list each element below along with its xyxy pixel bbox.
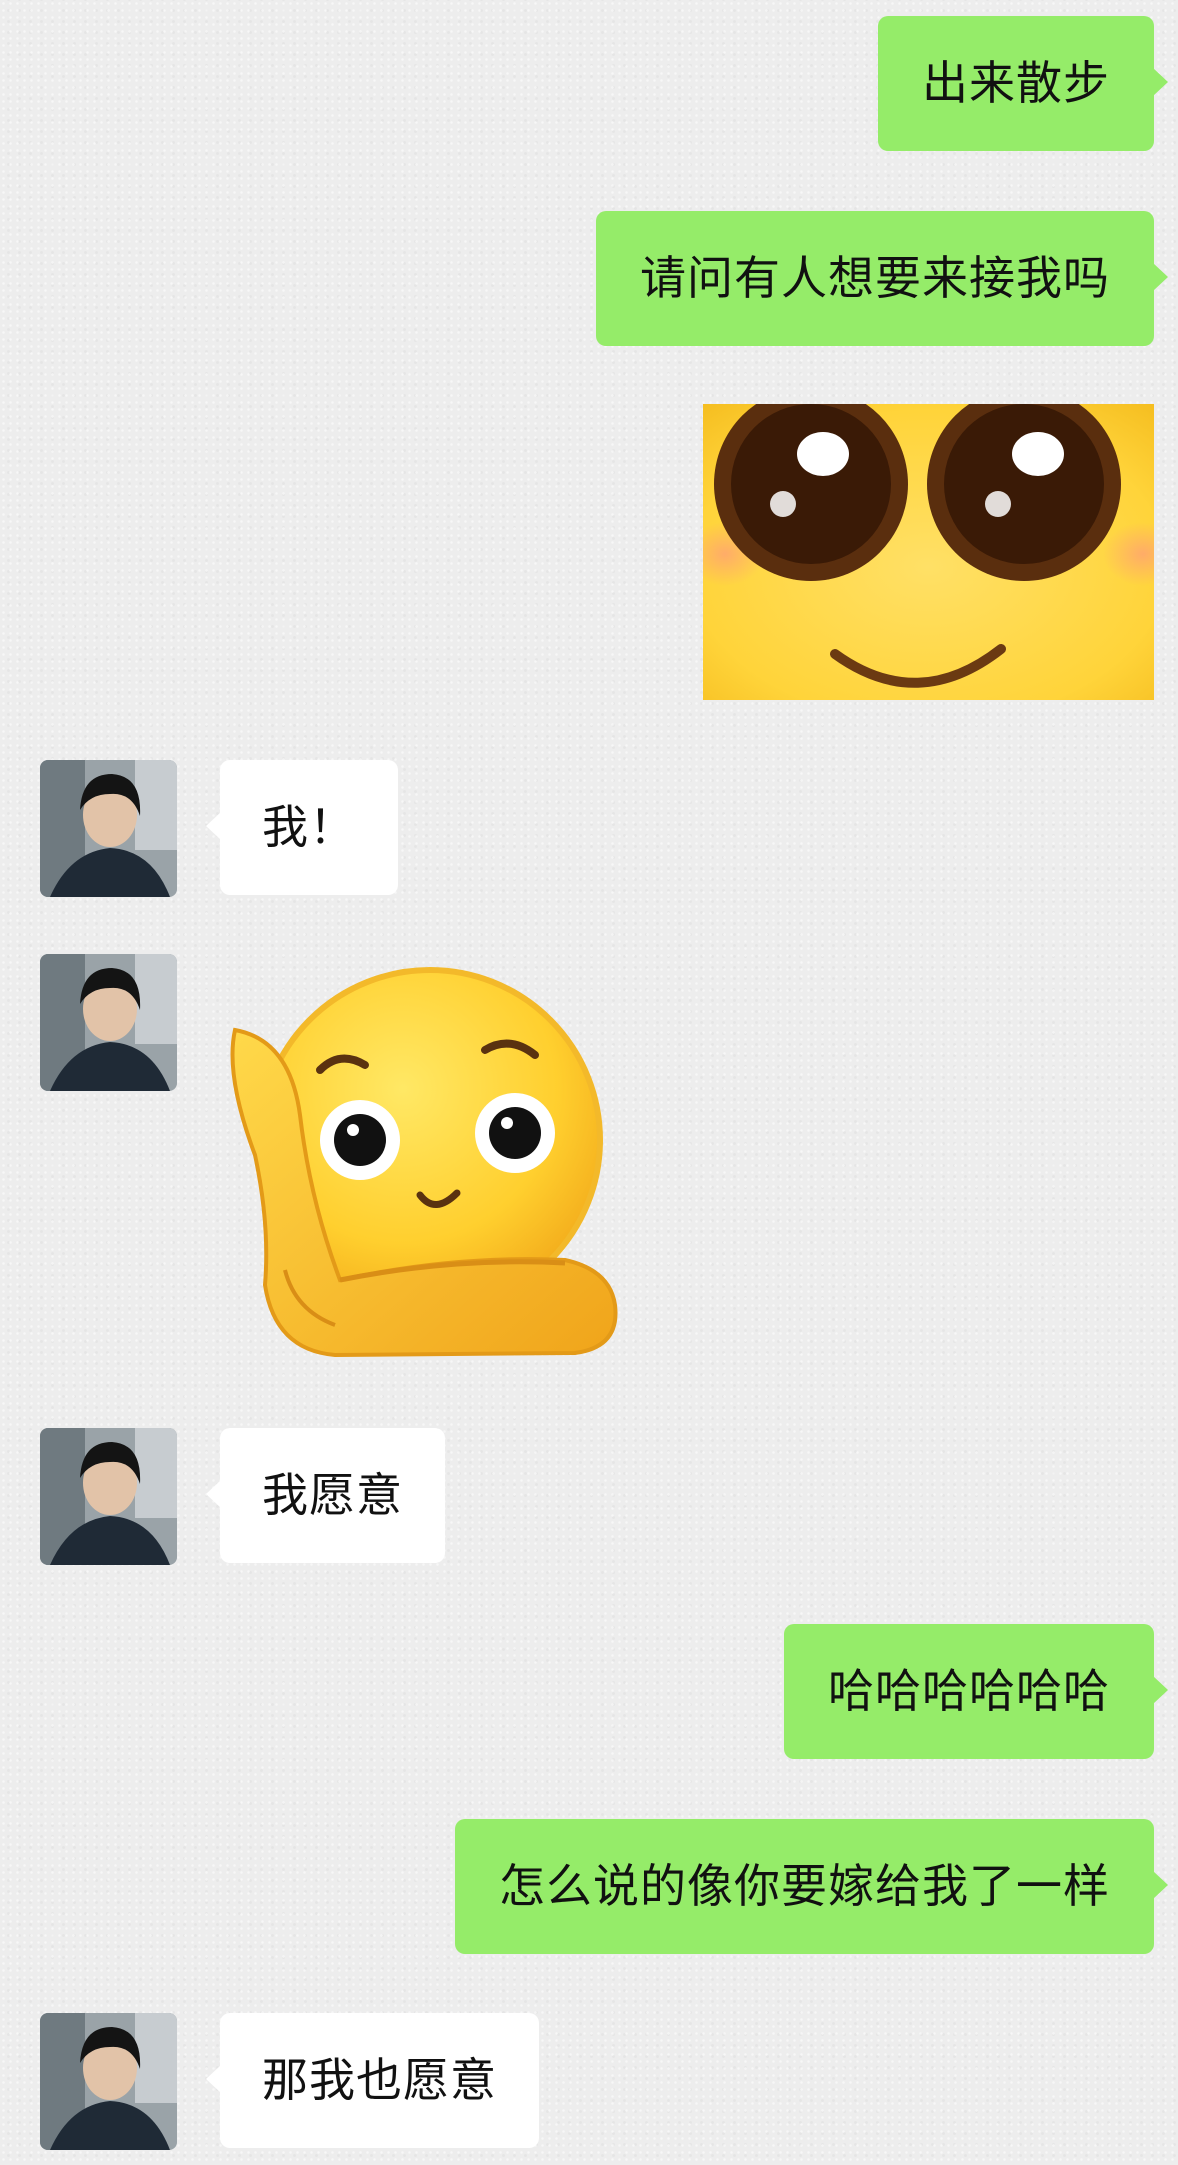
chat-message-list[interactable]: 出来散步 请问有人想要来接我吗 我！ 我愿意 哈哈哈哈哈哈 怎么说的像你要嫁给我… [0, 0, 1178, 2165]
message-text: 请问有人想要来接我吗 [640, 251, 1110, 305]
message-bubble-outgoing[interactable]: 出来散步 [878, 16, 1168, 151]
message-text: 那我也愿意 [262, 2053, 497, 2107]
message-bubble-incoming[interactable]: 我愿意 [206, 1428, 445, 1563]
message-text: 我愿意 [262, 1468, 403, 1522]
cute-face-closeup-sticker[interactable] [703, 404, 1154, 700]
person-avatar-icon [40, 760, 177, 897]
avatar[interactable] [40, 954, 177, 1091]
avatar[interactable] [40, 760, 177, 897]
message-bubble-outgoing[interactable]: 请问有人想要来接我吗 [596, 211, 1168, 346]
message-bubble-outgoing[interactable]: 哈哈哈哈哈哈 [784, 1624, 1168, 1759]
message-bubble-incoming[interactable]: 那我也愿意 [206, 2013, 539, 2148]
person-avatar-icon [40, 1428, 177, 1565]
message-bubble-incoming[interactable]: 我！ [206, 760, 398, 895]
person-avatar-icon [40, 954, 177, 1091]
message-text: 我！ [262, 800, 356, 854]
hand-on-cheek-emoji-sticker[interactable] [225, 955, 665, 1375]
message-text: 怎么说的像你要嫁给我了一样 [499, 1859, 1110, 1913]
avatar[interactable] [40, 2013, 177, 2150]
person-avatar-icon [40, 2013, 177, 2150]
message-bubble-outgoing[interactable]: 怎么说的像你要嫁给我了一样 [455, 1819, 1168, 1954]
message-text: 哈哈哈哈哈哈 [828, 1664, 1110, 1718]
message-text: 出来散步 [922, 56, 1110, 110]
avatar[interactable] [40, 1428, 177, 1565]
